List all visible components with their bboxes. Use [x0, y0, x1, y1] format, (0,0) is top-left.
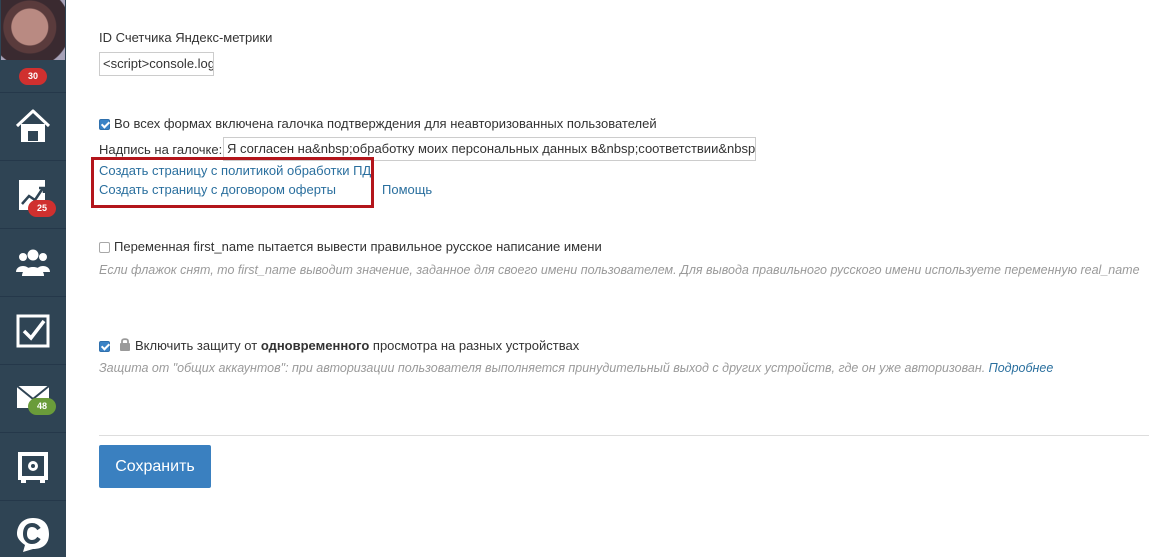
more-info-link[interactable]: Подробнее — [989, 361, 1054, 375]
notifications-badge: 30 — [19, 68, 47, 85]
protection-hint-text: Защита от "общих аккаунтов": при авториз… — [99, 361, 986, 375]
protection-label-start: Включить защиту от — [135, 338, 261, 353]
home-icon — [15, 109, 51, 142]
consent-checkbox-label: Во всех формах включена галочка подтверж… — [114, 116, 657, 131]
create-offer-page-link[interactable]: Создать страницу с договором оферты — [99, 182, 336, 197]
divider — [99, 435, 1149, 436]
protection-hint: Защита от "общих аккаунтов": при авториз… — [99, 361, 1053, 375]
protection-label-end: просмотра на разных устройствах — [369, 338, 580, 353]
save-button[interactable]: Сохранить — [99, 445, 211, 488]
messages-badge: 48 — [28, 398, 56, 415]
checkbox-icon — [16, 314, 50, 348]
users-icon — [16, 249, 50, 276]
consent-checkbox[interactable] — [99, 119, 110, 130]
sidebar-item-analytics[interactable]: 25 — [0, 160, 66, 228]
sidebar-item-safe[interactable] — [0, 432, 66, 500]
brand-logo-icon — [17, 518, 49, 552]
protection-label-bold: одновременного — [260, 338, 370, 353]
protection-checkbox[interactable] — [99, 341, 110, 352]
protection-label: Включить защиту от одновременного просмо… — [135, 338, 579, 353]
avatar[interactable] — [1, 0, 65, 60]
help-link[interactable]: Помощь — [382, 182, 432, 197]
metrika-id-input[interactable]: <script>console.log( — [99, 52, 214, 76]
sidebar: 30 25 48 — [0, 0, 66, 557]
analytics-badge: 25 — [28, 200, 56, 217]
sidebar-item-brand[interactable] — [0, 500, 66, 557]
sidebar-item-tasks[interactable] — [0, 296, 66, 364]
create-privacy-page-link[interactable]: Создать страницу с политикой обработки П… — [99, 163, 371, 178]
sidebar-item-users[interactable] — [0, 228, 66, 296]
consent-caption-label: Надпись на галочке: — [99, 142, 223, 157]
first-name-checkbox-label: Переменная first_name пытается вывести п… — [114, 239, 602, 254]
settings-form: ID Счетчика Яндекс-метрики <script>conso… — [66, 0, 1149, 557]
sidebar-item-home[interactable] — [0, 92, 66, 160]
safe-icon — [18, 452, 48, 483]
sidebar-item-messages[interactable]: 48 — [0, 364, 66, 432]
lock-icon — [120, 338, 130, 351]
first-name-hint: Если флажок снят, то first_name выводит … — [99, 263, 1140, 277]
first-name-checkbox[interactable] — [99, 242, 110, 253]
metrika-label: ID Счетчика Яндекс-метрики — [99, 30, 273, 45]
